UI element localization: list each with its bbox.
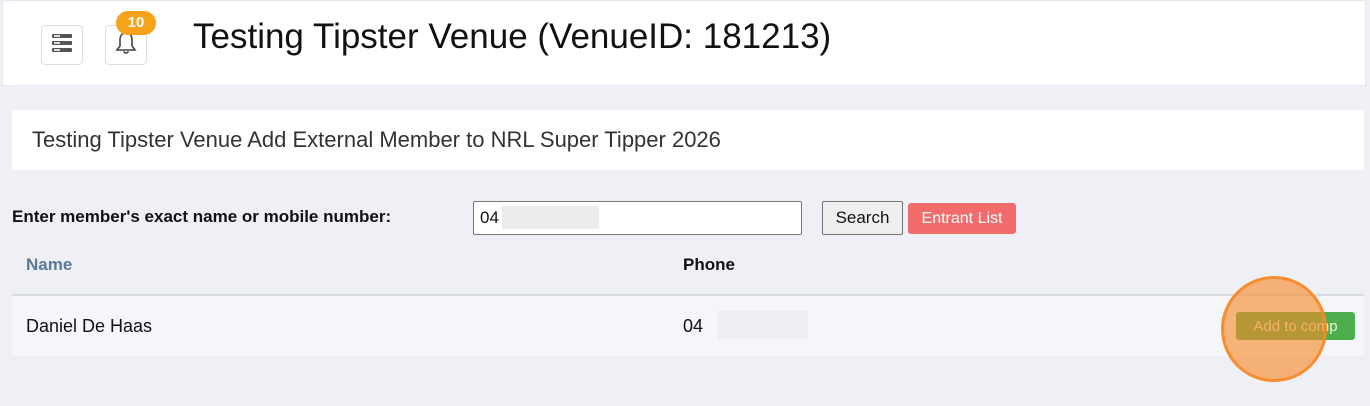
table-row: Daniel De Haas 04 Add to comp — [12, 296, 1364, 356]
page-title: Testing Tipster Venue (VenueID: 181213) — [193, 17, 832, 56]
member-phone-cell: 04 — [683, 316, 704, 336]
member-name-cell: Daniel De Haas — [26, 316, 153, 336]
server-menu-icon — [51, 33, 73, 58]
entrant-list-button[interactable]: Entrant List — [908, 203, 1016, 234]
redacted-phone-digits — [718, 311, 808, 339]
search-button[interactable]: Search — [822, 201, 903, 235]
add-to-comp-button[interactable]: Add to comp — [1236, 312, 1355, 340]
menu-button[interactable] — [41, 25, 83, 65]
column-header-phone: Phone — [683, 255, 735, 274]
search-label: Enter member's exact name or mobile numb… — [12, 207, 392, 226]
column-header-name[interactable]: Name — [26, 255, 72, 275]
top-bar: Testing Tipster Venue (VenueID: 181213) — [2, 0, 1366, 86]
section-header: Testing Tipster Venue Add External Membe… — [12, 110, 1364, 170]
notification-count-badge: 10 — [116, 11, 156, 35]
redacted-input-text — [502, 206, 599, 229]
